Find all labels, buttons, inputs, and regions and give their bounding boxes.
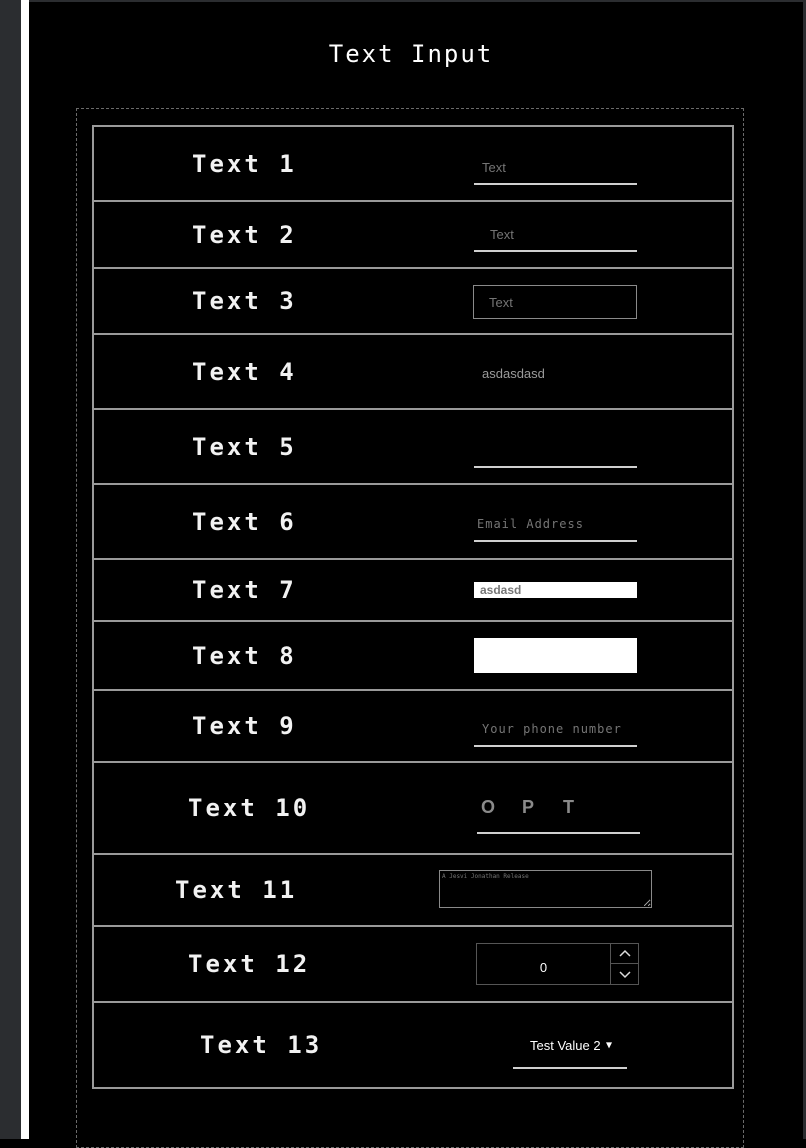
table-row: Text 12 0 xyxy=(92,925,734,1003)
otp-char: O xyxy=(481,797,496,817)
row-label: Text 13 xyxy=(200,1031,323,1059)
select-value: Test Value 2 xyxy=(530,1038,601,1053)
row-label: Text 12 xyxy=(188,950,311,978)
row-label: Text 9 xyxy=(192,712,297,740)
otp-input[interactable]: O P T xyxy=(477,791,640,834)
table-row: Text 5 xyxy=(92,408,734,485)
phone-input[interactable] xyxy=(474,712,637,747)
row-label: Text 10 xyxy=(188,794,311,822)
row-label: Text 3 xyxy=(192,287,297,315)
text-input-5[interactable] xyxy=(474,434,637,468)
row-label: Text 6 xyxy=(192,507,297,536)
page-title: Text Input xyxy=(328,40,494,68)
text-input-3[interactable] xyxy=(473,285,637,319)
text-input-1[interactable] xyxy=(474,152,637,185)
left-accent-bar xyxy=(21,0,29,1139)
otp-char: T xyxy=(563,797,574,817)
row-label: Text 11 xyxy=(175,876,298,904)
chevron-up-icon[interactable] xyxy=(611,944,639,964)
comment-textarea[interactable] xyxy=(439,870,652,908)
table-row: Text 1 xyxy=(92,125,734,202)
table-row: Text 11 xyxy=(92,853,734,927)
window-left-edge xyxy=(0,0,21,1139)
number-stepper[interactable]: 0 xyxy=(476,943,639,985)
text-input-8[interactable] xyxy=(474,638,637,673)
window-top-edge xyxy=(29,0,806,2)
row-label: Text 2 xyxy=(192,220,297,249)
table-row: Text 13 Test Value 2 ▼ xyxy=(92,1001,734,1089)
stepper-value: 0 xyxy=(539,960,548,975)
table-row: Text 10 O P T xyxy=(92,761,734,855)
table-row: Text 4 xyxy=(92,333,734,410)
text-input-7[interactable] xyxy=(474,582,637,598)
input-table: Text 1 Text 2 Text 3 Text 4 Text 5 Text … xyxy=(92,125,734,1089)
table-row: Text 7 xyxy=(92,558,734,622)
row-label: Text 8 xyxy=(192,641,297,670)
otp-char: P xyxy=(522,797,535,817)
row-label: Text 4 xyxy=(192,357,297,386)
table-row: Text 2 xyxy=(92,200,734,269)
row-label: Text 5 xyxy=(192,432,297,461)
text-input-2[interactable] xyxy=(474,219,637,252)
table-row: Text 8 xyxy=(92,620,734,691)
value-select[interactable]: Test Value 2 ▼ xyxy=(513,1029,627,1069)
table-row: Text 3 xyxy=(92,267,734,335)
table-row: Text 9 xyxy=(92,689,734,763)
caret-down-icon: ▼ xyxy=(606,1040,613,1051)
table-row: Text 6 xyxy=(92,483,734,560)
text-input-4[interactable] xyxy=(474,357,637,390)
chevron-down-icon[interactable] xyxy=(611,964,639,984)
row-label: Text 7 xyxy=(192,576,297,604)
email-input[interactable] xyxy=(474,507,637,542)
row-label: Text 1 xyxy=(192,149,297,178)
